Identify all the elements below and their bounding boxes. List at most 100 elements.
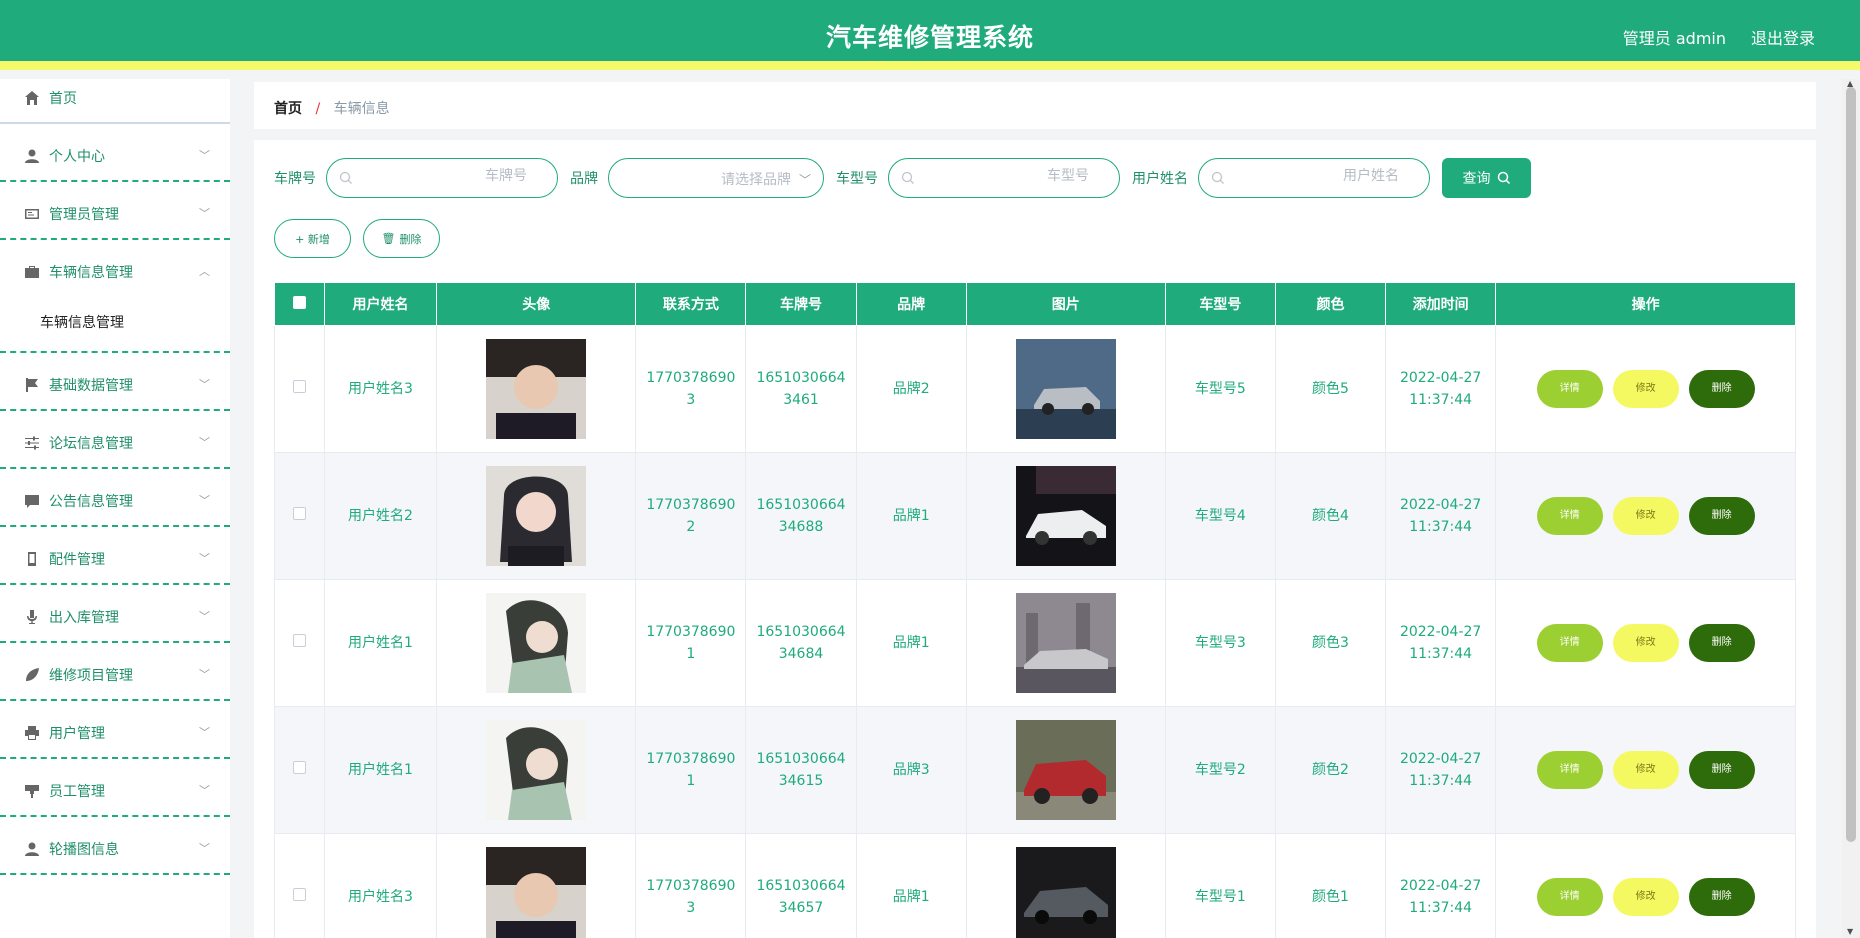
edit-button[interactable]: 修改 xyxy=(1612,751,1679,789)
sidebar-item-admins[interactable]: 管理员管理 ﹀ xyxy=(0,182,230,240)
cell-plate: 1651030664 34657 xyxy=(745,833,857,938)
edit-button[interactable]: 修改 xyxy=(1612,370,1679,408)
sidebar: 首页 个人中心 ﹀ 管理员管理 ﹀ 车辆信息管理 ︿ 车辆信息管理 基础数据管理… xyxy=(0,79,230,938)
sidebar-item-staff[interactable]: 员工管理 ﹀ xyxy=(0,759,230,817)
brand-select[interactable]: 请选择品牌 ﹀ xyxy=(608,158,824,198)
breadcrumb-home[interactable]: 首页 xyxy=(274,101,302,117)
delete-button[interactable]: 删除 xyxy=(1688,497,1755,535)
detail-button[interactable]: 详情 xyxy=(1536,370,1603,408)
add-button[interactable]: + 新增 xyxy=(274,219,351,258)
scroll-down-icon[interactable]: ▼ xyxy=(1847,927,1853,936)
cell-plate: 1651030664 34688 xyxy=(745,452,857,580)
logout-link[interactable]: 退出登录 xyxy=(1751,25,1815,49)
sidebar-item-home[interactable]: 首页 xyxy=(0,79,230,124)
row-select-cell[interactable] xyxy=(274,325,325,453)
delete-button[interactable]: 删除 xyxy=(1688,751,1755,789)
chevron-down-icon: ﹀ xyxy=(199,610,210,623)
sidebar-item-profile[interactable]: 个人中心 ﹀ xyxy=(0,124,230,182)
flag-icon xyxy=(26,378,38,392)
delete-button[interactable]: 删除 xyxy=(1688,624,1755,662)
sidebar-item-vehicles[interactable]: 车辆信息管理 ︿ xyxy=(0,240,230,297)
row-checkbox[interactable] xyxy=(292,380,306,393)
cell-username: 用户姓名2 xyxy=(323,452,438,580)
chevron-down-icon: ﹀ xyxy=(199,784,210,797)
cell-photo xyxy=(965,452,1166,580)
sidebar-item-label: 首页 xyxy=(49,91,77,107)
edit-button[interactable]: 修改 xyxy=(1612,624,1679,662)
sidebar-item-notices[interactable]: 公告信息管理 ﹀ xyxy=(0,469,230,527)
add-button-label: + 新增 xyxy=(295,232,330,246)
plate-input[interactable] xyxy=(377,168,527,184)
chevron-down-icon: ﹀ xyxy=(199,494,210,507)
sidebar-subitem-vehicle-info[interactable]: 车辆信息管理 xyxy=(0,297,230,353)
cell-photo xyxy=(965,833,1166,938)
delete-button[interactable]: 删除 xyxy=(1688,878,1755,916)
cell-avatar xyxy=(436,325,637,453)
search-icon xyxy=(1211,171,1224,184)
detail-button[interactable]: 详情 xyxy=(1536,624,1603,662)
top-header: 汽车维修管理系统 管理员 admin 退出登录 xyxy=(0,0,1860,70)
cell-actions: 详情 修改 删除 xyxy=(1495,833,1796,938)
edit-button[interactable]: 修改 xyxy=(1612,878,1679,916)
sidebar-item-label: 员工管理 xyxy=(49,784,105,800)
sidebar-item-parts[interactable]: 配件管理 ﹀ xyxy=(0,527,230,585)
person-icon xyxy=(25,842,39,856)
select-all-checkbox[interactable] xyxy=(292,295,306,309)
row-checkbox[interactable] xyxy=(292,634,306,647)
sidebar-item-basic-data[interactable]: 基础数据管理 ﹀ xyxy=(0,353,230,411)
car-image xyxy=(1015,593,1116,693)
col-header: 添加时间 xyxy=(1385,282,1497,326)
sidebar-item-forum[interactable]: 论坛信息管理 ﹀ xyxy=(0,411,230,469)
col-header: 车牌号 xyxy=(745,282,857,326)
row-checkbox[interactable] xyxy=(292,761,306,774)
detail-button[interactable]: 详情 xyxy=(1536,878,1603,916)
search-button[interactable]: 查询 xyxy=(1442,158,1531,198)
username-input[interactable] xyxy=(1249,168,1399,184)
username-input-wrap[interactable] xyxy=(1198,158,1430,198)
select-all-cell[interactable] xyxy=(274,282,325,326)
phone-line: 1770378690 xyxy=(646,878,736,894)
model-input-wrap[interactable] xyxy=(888,158,1120,198)
sidebar-item-stock[interactable]: 出入库管理 ﹀ xyxy=(0,585,230,643)
home-icon xyxy=(25,91,39,105)
cell-phone: 1770378690 3 xyxy=(635,833,747,938)
row-select-cell[interactable] xyxy=(274,706,325,834)
avatar-image xyxy=(486,720,587,820)
row-select-cell[interactable] xyxy=(274,833,325,938)
table-row: 用户姓名1 1770378690 1 1651030664 34615 品牌3 车型… xyxy=(274,706,1796,834)
sidebar-item-label: 车辆信息管理 xyxy=(49,265,133,281)
chevron-down-icon: ﹀ xyxy=(199,668,210,681)
bulk-delete-button[interactable]: 🗑 删除 xyxy=(363,219,440,258)
model-input[interactable] xyxy=(939,168,1089,184)
table-row: 用户姓名3 1770378690 3 1651030664 3461 品牌2 车型号… xyxy=(274,325,1796,453)
search-button-label: 查询 xyxy=(1462,171,1491,187)
edit-label: 修改 xyxy=(1635,383,1656,394)
plate-line: 1651030664 xyxy=(756,751,846,767)
sidebar-item-repair[interactable]: 维修项目管理 ﹀ xyxy=(0,643,230,701)
row-select-cell[interactable] xyxy=(274,452,325,580)
col-header: 颜色 xyxy=(1274,282,1387,326)
detail-button[interactable]: 详情 xyxy=(1536,751,1603,789)
row-select-cell[interactable] xyxy=(274,579,325,707)
sidebar-item-users[interactable]: 用户管理 ﹀ xyxy=(0,701,230,759)
col-header: 车型号 xyxy=(1164,282,1276,326)
col-header: 联系方式 xyxy=(635,282,747,326)
trash-icon: 🗑 xyxy=(381,232,396,245)
page-scrollbar[interactable]: ▲ ▼ xyxy=(1842,79,1860,938)
detail-button[interactable]: 详情 xyxy=(1536,497,1603,535)
cell-plate: 1651030664 34615 xyxy=(745,706,857,834)
action-bar: + 新增 🗑 删除 xyxy=(274,219,1796,258)
delete-label: 删除 xyxy=(1711,510,1732,521)
plate-input-wrap[interactable] xyxy=(326,158,558,198)
time-line: 11:37:44 xyxy=(1409,519,1473,535)
row-checkbox[interactable] xyxy=(292,888,306,901)
delete-button[interactable]: 删除 xyxy=(1688,370,1755,408)
breadcrumb: 首页 / 车辆信息 xyxy=(254,82,1816,129)
sidebar-item-carousel[interactable]: 轮播图信息 ﹀ xyxy=(0,817,230,875)
date-line: 2022-04-27 xyxy=(1399,370,1482,386)
edit-button[interactable]: 修改 xyxy=(1612,497,1679,535)
scrollbar-thumb[interactable] xyxy=(1846,87,1856,842)
row-checkbox[interactable] xyxy=(292,507,306,520)
cell-model: 车型号1 xyxy=(1164,833,1276,938)
date-line: 2022-04-27 xyxy=(1399,751,1482,767)
